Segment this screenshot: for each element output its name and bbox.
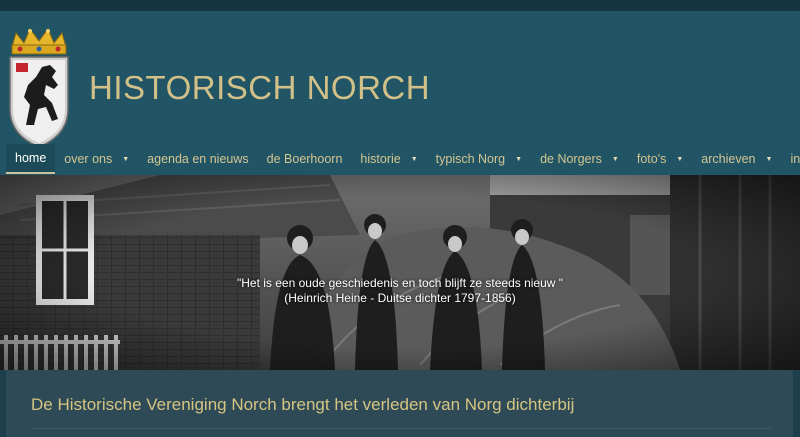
nav-label: foto's	[636, 152, 667, 166]
caret-down-icon: ▼	[515, 155, 523, 163]
hero-quote: "Het is een oude geschiedenis en toch bl…	[0, 276, 800, 306]
nav-historie[interactable]: historie ▼	[351, 144, 426, 174]
quote-attribution: (Heinrich Heine - Duitse dichter 1797-18…	[284, 291, 516, 305]
nav-de-norgers[interactable]: de Norgers ▼	[531, 144, 628, 174]
nav-label: de Norgers	[540, 152, 602, 166]
nav-typisch-norg[interactable]: typisch Norg ▼	[427, 144, 531, 174]
page-heading: De Historische Vereniging Norch brengt h…	[31, 395, 575, 414]
caret-down-icon: ▼	[410, 155, 418, 163]
caret-down-icon: ▼	[122, 155, 130, 163]
nav-label: agenda en nieuws	[147, 152, 249, 166]
heading-divider	[31, 428, 771, 429]
nav-label: historie	[360, 152, 401, 166]
nav-label: archieven	[701, 152, 756, 166]
top-strip	[0, 0, 800, 11]
nav-de-boerhoorn[interactable]: de Boerhoorn	[258, 144, 352, 174]
nav-agenda-en-nieuws[interactable]: agenda en nieuws	[138, 144, 257, 174]
site-title[interactable]: HISTORISCH NORCH	[89, 69, 430, 107]
nav-label: typisch Norg	[435, 152, 506, 166]
caret-down-icon: ▼	[611, 155, 619, 163]
site-header: HISTORISCH NORCH home over ons ▼ agenda …	[0, 11, 800, 175]
main-navigation: home over ons ▼ agenda en nieuws de Boer…	[6, 144, 800, 174]
hero-banner: "Het is een oude geschiedenis en toch bl…	[0, 175, 800, 370]
nav-index[interactable]: index	[781, 144, 800, 174]
quote-text: "Het is een oude geschiedenis en toch bl…	[236, 276, 564, 290]
nav-archieven[interactable]: archieven ▼	[692, 144, 781, 174]
main-content: De Historische Vereniging Norch brengt h…	[6, 370, 793, 437]
nav-label: home	[15, 151, 47, 165]
nav-fotos[interactable]: foto's ▼	[628, 144, 692, 174]
nav-home[interactable]: home	[6, 144, 56, 174]
hero-photo	[0, 175, 800, 370]
nav-label: de Boerhoorn	[266, 152, 343, 166]
nav-label: index	[790, 152, 800, 166]
nav-label: over ons	[64, 152, 113, 166]
caret-down-icon: ▼	[676, 155, 684, 163]
caret-down-icon: ▼	[765, 155, 773, 163]
nav-over-ons[interactable]: over ons ▼	[55, 144, 138, 174]
